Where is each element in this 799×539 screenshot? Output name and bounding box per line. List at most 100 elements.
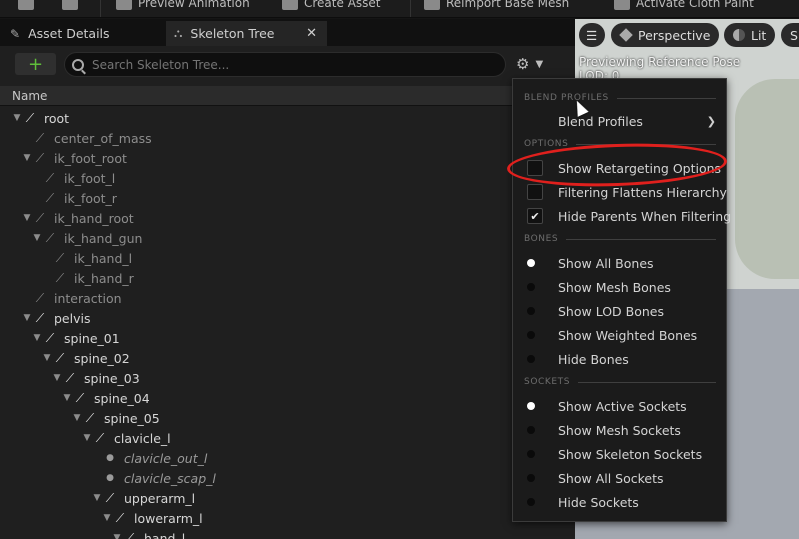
- perspective-button[interactable]: Perspective: [611, 23, 720, 47]
- expand-arrow-icon[interactable]: ▼: [62, 393, 72, 403]
- gear-icon: ⚙: [516, 55, 530, 73]
- viewport-toolbar: ☰ Perspective Lit Sh: [575, 23, 799, 49]
- expand-arrow-icon[interactable]: ▼: [22, 153, 32, 163]
- preview-animation-button[interactable]: Preview Animation: [116, 0, 250, 14]
- tree-row-label: spine_05: [104, 410, 160, 426]
- tree-row[interactable]: ▼ ⟋ spine_01: [0, 328, 520, 348]
- close-icon[interactable]: ✕: [306, 26, 317, 41]
- tree-row[interactable]: ● clavicle_out_l: [0, 448, 520, 468]
- bone-icon: ⟋: [115, 510, 125, 525]
- tree-row-label: spine_03: [84, 370, 140, 386]
- section-bones: BONES: [524, 232, 716, 246]
- tree-row[interactable]: ▼ ⟋ spine_04: [0, 388, 520, 408]
- tab-asset-details[interactable]: ✎ Asset Details: [2, 21, 164, 46]
- checkbox-icon[interactable]: [527, 160, 543, 176]
- settings-button[interactable]: ⚙ ▼: [516, 54, 556, 74]
- tree-row[interactable]: ▼ ⟋ root: [0, 108, 520, 128]
- radio-icon[interactable]: [527, 307, 535, 315]
- create-asset-button[interactable]: Create Asset: [282, 0, 381, 14]
- menu-item-socket[interactable]: Show Skeleton Sockets: [513, 442, 726, 466]
- expand-arrow-icon[interactable]: ▼: [82, 433, 92, 443]
- search-icon: [72, 58, 84, 71]
- tree-row[interactable]: ▼ ⟋ ik_foot_root: [0, 148, 520, 168]
- lit-button[interactable]: Lit: [724, 23, 776, 47]
- tree-row[interactable]: ▼ ⟋ pelvis: [0, 308, 520, 328]
- tree-row[interactable]: ⟋ interaction: [0, 288, 520, 308]
- expand-arrow-icon[interactable]: ▼: [52, 373, 62, 383]
- browse-button[interactable]: [62, 0, 78, 14]
- bone-icon: ⟋: [45, 170, 55, 185]
- play-icon: [116, 0, 132, 10]
- checkbox-icon[interactable]: [527, 184, 543, 200]
- expand-arrow-icon[interactable]: ▼: [42, 353, 52, 363]
- tree-row[interactable]: ⟋ ik_foot_l: [0, 168, 520, 188]
- tree-row[interactable]: ▼ ⟋ spine_02: [0, 348, 520, 368]
- expand-arrow-icon[interactable]: ▼: [72, 413, 82, 423]
- tree-row[interactable]: ⟋ ik_foot_r: [0, 188, 520, 208]
- viewport-menu-button[interactable]: ☰: [579, 23, 605, 47]
- menu-item-socket[interactable]: Show Active Sockets: [513, 394, 726, 418]
- menu-item-socket[interactable]: Show All Sockets: [513, 466, 726, 490]
- activate-cloth-paint-button[interactable]: Activate Cloth Paint: [614, 0, 754, 14]
- bone-icon: ⟋: [45, 230, 55, 245]
- menu-item-socket[interactable]: Hide Sockets: [513, 490, 726, 514]
- radio-icon[interactable]: [527, 331, 535, 339]
- tree-row[interactable]: ▼ ⟋ spine_05: [0, 408, 520, 428]
- chevron-down-icon: ▼: [535, 58, 544, 70]
- menu-item-option[interactable]: Show Retargeting Options: [513, 156, 726, 180]
- save-button[interactable]: [18, 0, 34, 14]
- expand-arrow-icon[interactable]: ▼: [112, 533, 122, 539]
- tree-row[interactable]: ● clavicle_scap_l: [0, 468, 520, 488]
- menu-item-socket[interactable]: Show Mesh Sockets: [513, 418, 726, 442]
- tree-row[interactable]: ▼ ⟋ upperarm_l: [0, 488, 520, 508]
- radio-icon[interactable]: [527, 426, 535, 434]
- radio-icon[interactable]: [527, 283, 535, 291]
- show-button[interactable]: Sh: [781, 23, 799, 47]
- expand-arrow-icon[interactable]: ▼: [32, 233, 42, 243]
- radio-icon[interactable]: [527, 355, 535, 363]
- menu-item-option[interactable]: ✔ Hide Parents When Filtering: [513, 204, 731, 228]
- radio-icon[interactable]: [527, 498, 535, 506]
- bone-icon: ⟋: [35, 210, 45, 225]
- expand-arrow-icon[interactable]: ▼: [12, 113, 22, 123]
- search-box[interactable]: [64, 52, 506, 77]
- tab-skeleton-tree[interactable]: ⛬ Skeleton Tree ✕: [166, 21, 327, 46]
- tree-row-label: ik_foot_root: [54, 150, 127, 166]
- add-button[interactable]: +: [15, 53, 56, 75]
- menu-item-blend-profiles[interactable]: Blend Profiles ❯: [513, 109, 726, 133]
- column-header-name[interactable]: Name: [0, 86, 575, 106]
- radio-icon[interactable]: [527, 474, 535, 482]
- expand-arrow-icon[interactable]: ▼: [22, 213, 32, 223]
- tree-row[interactable]: ▼ ⟋ lowerarm_l: [0, 508, 520, 528]
- menu-item-bone[interactable]: Hide Bones: [513, 347, 726, 371]
- expand-arrow-icon[interactable]: ▼: [32, 333, 42, 343]
- skeleton-tree-icon: ⛬: [174, 26, 183, 40]
- tree-row[interactable]: ⟋ ik_hand_r: [0, 268, 520, 288]
- tab-bar: ✎ Asset Details ⛬ Skeleton Tree ✕: [0, 19, 575, 46]
- menu-item-bone[interactable]: Show Mesh Bones: [513, 275, 726, 299]
- tree-row[interactable]: ▼ ⟋ spine_03: [0, 368, 520, 388]
- menu-item-option[interactable]: Filtering Flattens Hierarchy: [513, 180, 727, 204]
- menu-item-bone[interactable]: Show LOD Bones: [513, 299, 726, 323]
- tree-row[interactable]: ▼ ⟋ ik_hand_gun: [0, 228, 520, 248]
- checkbox-checked-icon[interactable]: ✔: [527, 208, 543, 224]
- tree-row[interactable]: ▼ ⟋ clavicle_l: [0, 428, 520, 448]
- radio-selected-icon[interactable]: [527, 259, 535, 267]
- tree-row[interactable]: ▼ ⟋ ik_hand_root: [0, 208, 520, 228]
- reimport-base-mesh-button[interactable]: Reimport Base Mesh: [424, 0, 569, 14]
- tree-row[interactable]: ▼ ⟋ hand_l: [0, 528, 520, 539]
- tree-row-label: upperarm_l: [124, 490, 196, 506]
- tree-row[interactable]: ⟋ ik_hand_l: [0, 248, 520, 268]
- search-input[interactable]: [92, 57, 492, 72]
- radio-selected-icon[interactable]: [527, 402, 535, 410]
- expand-arrow-icon[interactable]: ▼: [92, 493, 102, 503]
- tree-row-label: pelvis: [54, 310, 91, 326]
- menu-item-bone[interactable]: Show All Bones: [513, 251, 726, 275]
- menu-item-bone[interactable]: Show Weighted Bones: [513, 323, 726, 347]
- settings-dropdown-menu: BLEND PROFILES Blend Profiles ❯ OPTIONS …: [512, 78, 731, 522]
- expand-arrow-icon[interactable]: ▼: [102, 513, 112, 523]
- tree-row[interactable]: ⟋ center_of_mass: [0, 128, 520, 148]
- expand-arrow-icon[interactable]: ▼: [22, 313, 32, 323]
- bone-icon: ⟋: [55, 350, 65, 365]
- radio-icon[interactable]: [527, 450, 535, 458]
